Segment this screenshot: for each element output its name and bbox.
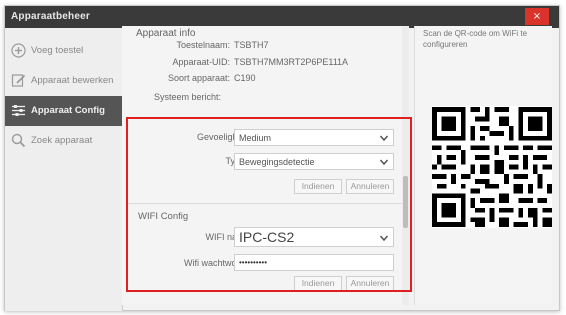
info-row-device-type: Soort apparaat: C190 (122, 73, 408, 87)
info-row-uid: Apparaat-UID: TSBTH7MM3RT2P6PE111A (122, 57, 408, 71)
sidebar-item-label: Voeg toestel (31, 45, 84, 56)
wifi-name-select[interactable]: IPC-CS2 (234, 227, 394, 247)
sidebar-item-label: Apparaat Config (31, 105, 105, 116)
info-value: TSBTH7 (234, 40, 269, 50)
password-value: •••••••••• (239, 258, 268, 267)
info-label: Apparaat-UID: (172, 57, 230, 67)
wifi-cancel-button[interactable]: Annuleren (346, 276, 394, 291)
window-title: Apparaatbeheer (11, 11, 90, 22)
detection-cancel-button[interactable]: Annuleren (346, 179, 394, 194)
info-row-system-message: Systeem bericht: (122, 92, 408, 106)
sidebar-item-edit-device[interactable]: Apparaat bewerken (5, 66, 122, 96)
chevron-down-icon (379, 233, 389, 243)
title-bar: Apparaatbeheer × (5, 6, 559, 28)
search-icon (11, 133, 26, 148)
detection-submit-button[interactable]: Indienen (294, 179, 342, 194)
info-label: Systeem bericht: (154, 92, 222, 102)
wifi-submit-button[interactable]: Indienen (294, 276, 342, 291)
info-label: Toestelnaam: (176, 40, 230, 50)
sidebar-item-label: Apparaat bewerken (31, 75, 114, 86)
config-scrollbar[interactable] (402, 26, 409, 305)
info-value: TSBTH7MM3RT2P6PE111A (234, 57, 349, 67)
types-select[interactable]: Bewegingsdetectie (234, 153, 394, 170)
scrollbar-thumb[interactable] (403, 176, 408, 228)
qr-code-image (432, 107, 552, 227)
select-value: IPC-CS2 (239, 229, 295, 245)
wifi-password-input[interactable]: •••••••••• (234, 254, 394, 271)
sidebar-item-label: Zoek apparaat (31, 135, 93, 146)
close-button[interactable]: × (525, 8, 549, 25)
sensitivity-select[interactable]: Medium (234, 129, 394, 146)
section-divider (128, 203, 406, 204)
select-value: Medium (239, 133, 272, 143)
plus-circle-icon (11, 43, 26, 58)
config-pane: Apparaat info Toestelnaam: TSBTH7 Appara… (122, 26, 408, 305)
sidebar-item-device-config[interactable]: Apparaat Config (5, 96, 122, 126)
section-title-wifi: WIFI Config (138, 211, 189, 222)
sidebar-item-add-device[interactable]: Voeg toestel (5, 36, 122, 66)
qr-instruction: Scan de QR-code om WiFi te configureren (423, 29, 528, 49)
info-value: C190 (234, 73, 256, 83)
sidebar: Voeg toestel Apparaat bewerken Apparaat … (5, 28, 123, 311)
info-label: Soort apparaat: (167, 73, 230, 83)
chevron-down-icon (379, 133, 389, 143)
edit-icon (11, 73, 26, 88)
info-row-device-name: Toestelnaam: TSBTH7 (122, 40, 408, 54)
sidebar-item-search-device[interactable]: Zoek apparaat (5, 126, 122, 156)
wifi-qr-code (432, 106, 552, 228)
section-title-device-info: Apparaat info (136, 28, 196, 39)
select-value: Bewegingsdetectie (239, 157, 315, 167)
chevron-down-icon (379, 157, 389, 167)
sliders-icon (11, 103, 26, 118)
